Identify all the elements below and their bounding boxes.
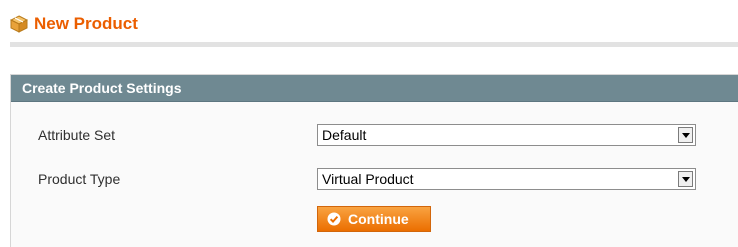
- section-header: Create Product Settings: [11, 75, 738, 102]
- attribute-set-row: Attribute Set Default: [11, 124, 738, 146]
- continue-button-label: Continue: [348, 211, 409, 227]
- product-type-select[interactable]: Virtual Product: [317, 168, 696, 190]
- chevron-down-icon[interactable]: [678, 171, 693, 187]
- section-title: Create Product Settings: [22, 80, 182, 96]
- box-icon: [9, 15, 29, 33]
- continue-button[interactable]: Continue: [317, 206, 431, 232]
- attribute-set-select[interactable]: Default: [317, 124, 696, 146]
- attribute-set-value: Default: [322, 127, 367, 143]
- check-circle-icon: [327, 212, 341, 226]
- page-title: New Product: [34, 14, 138, 33]
- page-header: New Product: [9, 12, 138, 36]
- header-divider: [10, 42, 738, 47]
- product-type-row: Product Type Virtual Product: [11, 168, 738, 190]
- product-type-label: Product Type: [38, 171, 121, 187]
- product-type-value: Virtual Product: [322, 171, 414, 187]
- chevron-down-icon[interactable]: [678, 127, 693, 143]
- attribute-set-label: Attribute Set: [38, 127, 116, 143]
- create-product-settings-panel: Create Product Settings Attribute Set De…: [10, 74, 738, 247]
- page: New Product Create Product Settings Attr…: [0, 0, 738, 247]
